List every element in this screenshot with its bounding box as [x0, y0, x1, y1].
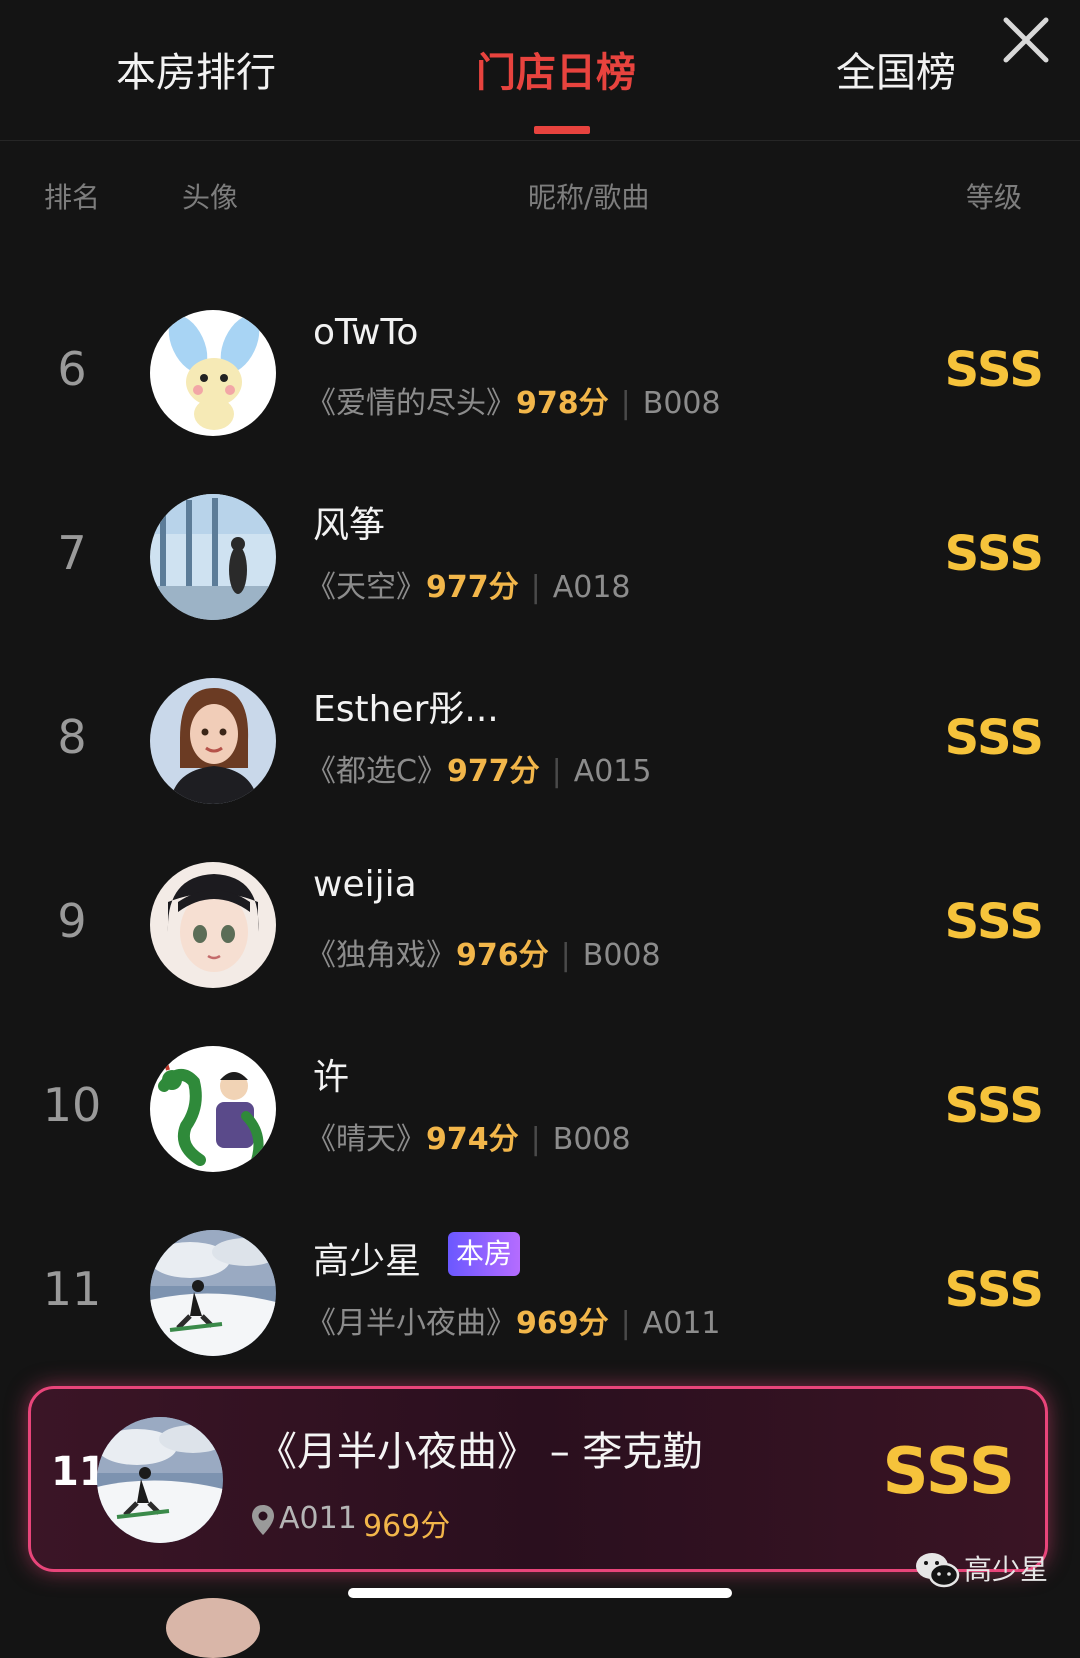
- nickname: 高少星: [313, 1241, 422, 1282]
- avatar[interactable]: [150, 1230, 276, 1356]
- column-header-avatar: 头像: [182, 181, 239, 214]
- room-code: A011: [642, 1306, 721, 1341]
- my-score: 969分: [363, 1509, 451, 1544]
- ranking-row[interactable]: 10 许 《晴天》974分 | B008 SSS: [0, 1016, 1080, 1200]
- rank-number: 9: [57, 894, 87, 948]
- room-code: B008: [642, 386, 721, 421]
- tab-store-daily[interactable]: 门店日榜: [476, 40, 636, 98]
- song-info: 《独角戏》976分 | B008: [306, 930, 661, 974]
- column-header-rank: 排名: [44, 181, 101, 214]
- song-title: 《晴天》: [306, 1122, 426, 1157]
- rank-number: 7: [57, 526, 87, 580]
- song-info: 《爱情的尽头》978分 | B008: [306, 378, 721, 422]
- ranking-row[interactable]: 8 Esther彤... 《都选C》977分 | A015 SSS: [0, 648, 1080, 832]
- room-code: B008: [552, 1122, 631, 1157]
- room-code: A015: [573, 754, 652, 789]
- ranking-tab-bar: 本房排行 门店日榜 全国榜: [0, 0, 1080, 141]
- separator: |: [620, 1306, 631, 1341]
- avatar[interactable]: [150, 678, 276, 804]
- separator: |: [530, 570, 541, 605]
- song-info: 《都选C》977分 | A015: [306, 746, 651, 790]
- song-info: 《天空》977分 | A018: [306, 562, 631, 606]
- separator: |: [620, 386, 631, 421]
- tab-room-ranking[interactable]: 本房排行: [116, 40, 276, 98]
- grade-label: SSS: [944, 710, 1044, 766]
- song-info: 《晴天》974分 | B008: [306, 1114, 631, 1158]
- my-grade-label: SSS: [882, 1435, 1015, 1509]
- my-ranking-card[interactable]: 11 《月半小夜曲》 – 李克勤 A011 969分 SSS: [28, 1386, 1048, 1572]
- grade-label: SSS: [944, 342, 1044, 398]
- song-title: 《都选C》: [306, 754, 447, 789]
- grade-label: SSS: [944, 1078, 1044, 1134]
- column-header-grade: 等级: [966, 181, 1023, 214]
- rank-number: 8: [57, 710, 87, 764]
- location-pin-icon: [252, 1505, 274, 1535]
- avatar: [166, 1598, 260, 1658]
- score: 974分: [426, 1122, 519, 1157]
- grade-label: SSS: [944, 894, 1044, 950]
- grade-label: SSS: [944, 1262, 1044, 1318]
- room-code: B008: [582, 938, 661, 973]
- ranking-row[interactable]: 9 weijia 《独角戏》976分 | B008 SSS: [0, 832, 1080, 1016]
- avatar[interactable]: [150, 494, 276, 620]
- ranking-row[interactable]: 6 oTwTo 《爱情的尽头》978分 | B008 SSS: [0, 280, 1080, 464]
- song-info: 《月半小夜曲》969分 | A011: [306, 1298, 721, 1342]
- my-room-code: A011: [279, 1501, 357, 1536]
- tab-national[interactable]: 全国榜: [836, 40, 956, 98]
- score: 969分: [516, 1306, 609, 1341]
- active-tab-indicator: [534, 126, 590, 134]
- score: 978分: [516, 386, 609, 421]
- rank-number: 11: [42, 1262, 102, 1316]
- watermark-name: 高少星: [964, 1553, 1049, 1586]
- my-song-title: 《月半小夜曲》 – 李克勤: [257, 1429, 703, 1475]
- avatar[interactable]: [150, 862, 276, 988]
- column-header-nickname-song: 昵称/歌曲: [528, 181, 650, 214]
- nickname: weijia: [313, 864, 417, 905]
- separator: |: [560, 938, 571, 973]
- separator: |: [530, 1122, 541, 1157]
- song-title: 《独角戏》: [306, 938, 456, 973]
- ranking-row[interactable]: 7 风筝 《天空》977分 | A018 SSS: [0, 464, 1080, 648]
- score: 977分: [446, 754, 540, 789]
- separator: |: [551, 754, 562, 789]
- room-code: A018: [552, 570, 631, 605]
- nickname: 风筝: [313, 505, 386, 546]
- current-room-badge: 本房: [448, 1232, 521, 1276]
- home-indicator[interactable]: [348, 1588, 732, 1598]
- nickname: Esther彤...: [313, 689, 499, 730]
- avatar[interactable]: [150, 310, 276, 436]
- score: 976分: [456, 938, 549, 973]
- avatar[interactable]: [150, 1046, 276, 1172]
- song-title: 《爱情的尽头》: [306, 386, 516, 421]
- song-title: 《月半小夜曲》: [306, 1306, 516, 1341]
- rank-number: 10: [42, 1078, 102, 1132]
- grade-label: SSS: [944, 526, 1044, 582]
- nickname: 许: [313, 1057, 350, 1098]
- wechat-icon: [916, 1553, 960, 1588]
- score: 977分: [426, 570, 519, 605]
- avatar[interactable]: [97, 1417, 223, 1543]
- close-icon[interactable]: [1000, 14, 1056, 70]
- song-title: 《天空》: [306, 570, 426, 605]
- rank-number: 6: [57, 342, 87, 396]
- nickname: oTwTo: [313, 312, 419, 353]
- ranking-row[interactable]: 11 高少星 本房 《月半小夜曲》969分 | A011 SSS: [0, 1200, 1080, 1384]
